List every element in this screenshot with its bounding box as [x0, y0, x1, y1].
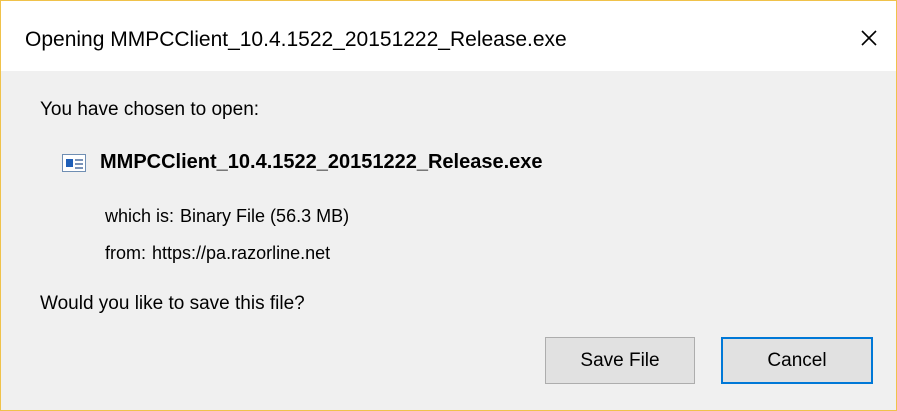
save-question: Would you like to save this file?: [40, 293, 305, 314]
file-source-value: https://pa.razorline.net: [152, 243, 331, 263]
dialog-title: Opening MMPCClient_10.4.1522_20151222_Re…: [25, 28, 567, 51]
dialog-body: You have chosen to open: MMPCClient_10.4…: [1, 71, 896, 410]
close-button[interactable]: [842, 15, 896, 61]
from-label: from:: [105, 243, 147, 263]
file-source-row: from: https://pa.razorline.net: [105, 243, 330, 264]
file-open-dialog: Opening MMPCClient_10.4.1522_20151222_Re…: [0, 0, 897, 411]
save-file-button[interactable]: Save File: [545, 337, 695, 384]
file-name: MMPCClient_10.4.1522_20151222_Release.ex…: [100, 151, 543, 173]
file-row: MMPCClient_10.4.1522_20151222_Release.ex…: [62, 151, 543, 174]
dialog-titlebar: Opening MMPCClient_10.4.1522_20151222_Re…: [1, 1, 896, 71]
which-is-label: which is:: [105, 206, 175, 226]
executable-file-icon: [62, 153, 86, 172]
file-type-row: which is: Binary File (56.3 MB): [105, 206, 349, 227]
file-type-value: Binary File (56.3 MB): [180, 206, 350, 226]
close-icon: [859, 28, 879, 48]
open-prompt: You have chosen to open:: [40, 99, 260, 120]
cancel-button[interactable]: Cancel: [721, 337, 873, 384]
